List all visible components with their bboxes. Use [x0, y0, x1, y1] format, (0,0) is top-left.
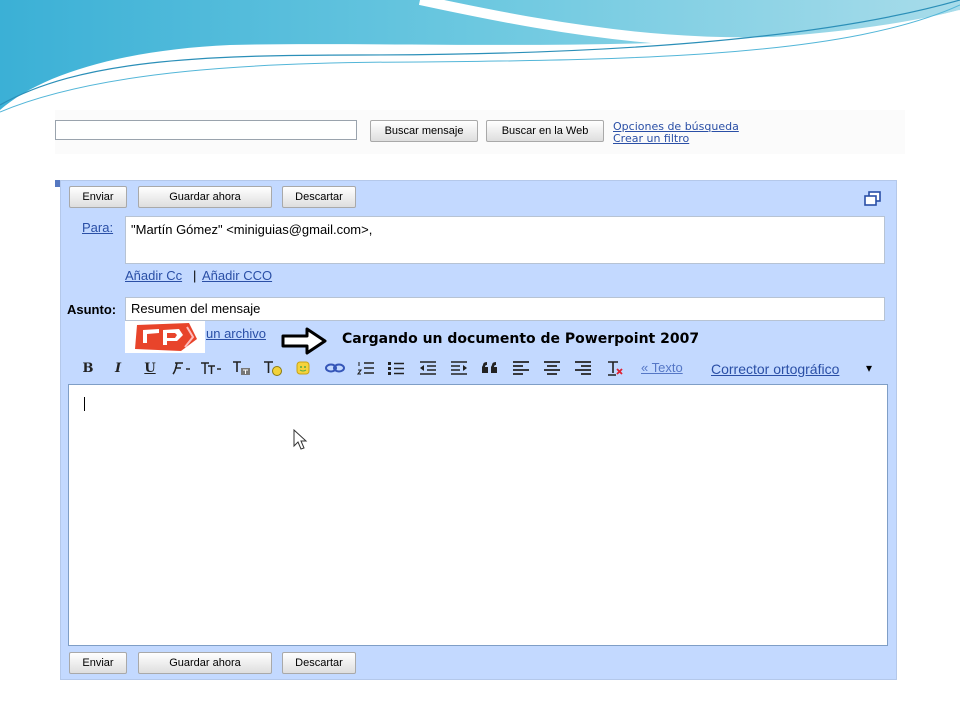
add-bcc-link[interactable]: Añadir CCO — [202, 268, 272, 283]
align-left-icon[interactable] — [511, 357, 531, 379]
spellcheck-link[interactable]: Corrector ortográfico — [711, 361, 839, 377]
spellcheck-dropdown-icon[interactable]: ▾ — [866, 361, 872, 375]
to-field[interactable]: "Martín Gómez" <miniguias@gmail.com>, — [125, 216, 885, 264]
indent-more-icon[interactable] — [449, 357, 469, 379]
font-icon[interactable] — [168, 357, 194, 379]
mouse-cursor-icon — [293, 429, 308, 450]
bulleted-list-icon[interactable] — [386, 357, 406, 379]
formatting-toolbar: B I U « Texto Corrector ortográfico ▾ — [78, 357, 882, 379]
align-right-icon[interactable] — [573, 357, 593, 379]
create-filter-link[interactable]: Crear un filtro — [613, 132, 689, 145]
italic-button[interactable]: I — [108, 357, 128, 379]
text-color-icon[interactable] — [230, 357, 254, 379]
numbered-list-icon[interactable] — [356, 357, 376, 379]
subject-field[interactable]: Resumen del mensaje — [125, 297, 885, 321]
underline-button[interactable]: U — [140, 357, 160, 379]
save-now-button-bottom[interactable]: Guardar ahora — [138, 652, 272, 674]
message-body-editor[interactable] — [68, 384, 888, 646]
save-now-button-top[interactable]: Guardar ahora — [138, 186, 272, 208]
plain-text-link[interactable]: « Texto — [641, 360, 683, 375]
powerpoint-logo-icon — [125, 321, 205, 353]
annotation-arrow-icon — [281, 327, 327, 355]
indent-less-icon[interactable] — [418, 357, 438, 379]
new-window-icon[interactable] — [864, 191, 882, 207]
send-button-bottom[interactable]: Enviar — [69, 652, 127, 674]
send-button-top[interactable]: Enviar — [69, 186, 127, 208]
remove-formatting-icon[interactable] — [605, 357, 625, 379]
discard-button-top[interactable]: Descartar — [282, 186, 356, 208]
quote-icon[interactable] — [480, 357, 500, 379]
to-label[interactable]: Para: — [82, 220, 113, 235]
discard-button-bottom[interactable]: Descartar — [282, 652, 356, 674]
cc-separator: | — [193, 268, 197, 283]
header-swoosh — [0, 0, 960, 113]
search-input[interactable] — [55, 120, 357, 140]
font-size-icon[interactable] — [198, 357, 224, 379]
attach-file-link[interactable]: un archivo — [206, 326, 266, 341]
search-web-button[interactable]: Buscar en la Web — [486, 120, 604, 142]
link-icon[interactable] — [324, 357, 346, 379]
text-caret — [84, 397, 85, 411]
annotation-text: Cargando un documento de Powerpoint 2007 — [342, 331, 700, 347]
emoticon-icon[interactable] — [293, 357, 313, 379]
bold-button[interactable]: B — [78, 357, 98, 379]
highlight-icon[interactable] — [261, 357, 285, 379]
search-mail-button[interactable]: Buscar mensaje — [370, 120, 478, 142]
align-center-icon[interactable] — [542, 357, 562, 379]
add-cc-link[interactable]: Añadir Cc — [125, 268, 182, 283]
subject-label: Asunto: — [67, 302, 117, 317]
